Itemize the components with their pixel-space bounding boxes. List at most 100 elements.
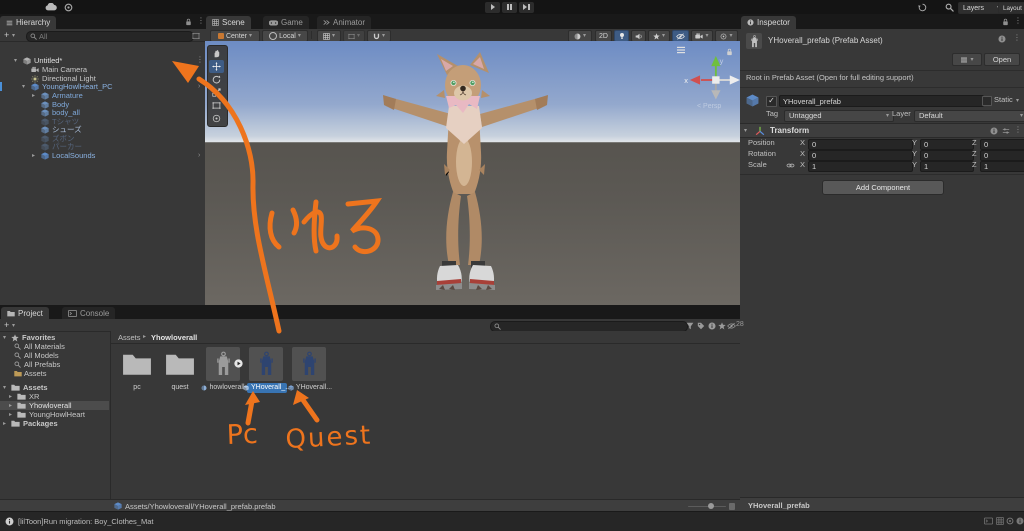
caret-expanded-icon[interactable]: ▾ <box>22 84 25 90</box>
tab-animator[interactable]: Animator <box>317 16 372 29</box>
tab-inspector[interactable]: Inspector <box>741 16 796 29</box>
scale-y-field[interactable]: 1 <box>920 160 974 172</box>
avatar-model[interactable] <box>383 52 548 292</box>
status-message[interactable]: [lilToon]Run migration: Boy_Clothes_Mat <box>18 517 153 526</box>
prefab-item-thumb[interactable] <box>292 347 326 381</box>
create-dropdown-icon[interactable]: ▾ <box>12 33 15 39</box>
hierarchy-search-input[interactable] <box>39 31 190 41</box>
hierarchy-row-scene[interactable]: ▾ Untitled* ⋮ <box>0 56 204 66</box>
project-search-input[interactable] <box>503 321 684 331</box>
project-search-field[interactable] <box>490 320 688 332</box>
zoom-slider-max-icon[interactable] <box>729 502 735 510</box>
static-checkbox[interactable] <box>982 96 992 106</box>
caret-expanded-icon[interactable]: ▾ <box>3 385 6 391</box>
position-z-field[interactable]: 0 <box>980 138 1024 150</box>
transform-header[interactable]: ▾ Transform ⋮ <box>740 123 1024 138</box>
folder-row-selected[interactable]: ▸ Yhowloverall <box>0 401 109 410</box>
hand-tool[interactable] <box>209 47 224 60</box>
lock-icon[interactable] <box>185 18 192 26</box>
open-prefab-button[interactable]: Open <box>984 53 1020 66</box>
caret-collapsed-icon[interactable]: ▸ <box>9 403 12 409</box>
scale-x-field[interactable]: 1 <box>808 160 913 172</box>
caret-collapsed-icon[interactable]: ▸ <box>32 153 35 159</box>
create-dropdown-icon[interactable]: ▾ <box>12 323 15 329</box>
tag-dropdown[interactable]: Untagged ▾ <box>784 109 894 122</box>
zoom-slider-track[interactable] <box>688 505 726 507</box>
overlay-menu-icon[interactable] <box>676 46 686 54</box>
hierarchy-row[interactable]: body_all <box>0 108 204 117</box>
rotation-z-field[interactable]: 0 <box>980 149 1024 161</box>
create-button[interactable]: + <box>4 320 9 331</box>
rotation-y-field[interactable]: 0 <box>920 149 974 161</box>
panel-menu-icon[interactable]: ⋮ <box>1014 17 1022 25</box>
hierarchy-search-field[interactable] <box>26 30 194 42</box>
packages-root-row[interactable]: ▸ Packages <box>0 419 109 428</box>
layer-dropdown[interactable]: Default ▾ <box>914 109 1024 122</box>
scale-z-field[interactable]: 1 <box>980 160 1024 172</box>
tab-scene[interactable]: Scene <box>206 16 251 29</box>
gear-icon[interactable] <box>64 3 73 12</box>
prefab-open-arrow[interactable]: › <box>198 151 200 160</box>
status-corner-icon-4[interactable] <box>1016 517 1024 525</box>
status-corner-icon-1[interactable] <box>984 517 993 525</box>
favorite-row[interactable]: All Materials <box>0 342 109 351</box>
prefab-cube-icon[interactable] <box>746 94 759 107</box>
inspector-preview-header[interactable]: YHoverall_prefab <box>740 497 1024 512</box>
hierarchy-row[interactable]: シューズ <box>0 125 204 134</box>
scale-tool[interactable] <box>209 86 224 99</box>
rotation-x-field[interactable]: 0 <box>808 149 913 161</box>
add-component-button[interactable]: Add Component <box>822 180 944 195</box>
favorites-header-row[interactable]: ▾ Favorites <box>0 333 109 342</box>
static-dropdown-icon[interactable]: ▾ <box>1016 98 1019 104</box>
projection-label[interactable]: < Persp <box>697 103 721 110</box>
header-menu-icon[interactable]: ⋮ <box>1013 34 1021 42</box>
help-icon[interactable] <box>998 35 1006 43</box>
prefab-open-arrow[interactable]: › <box>198 82 200 91</box>
scene-viewport[interactable]: x y < Persp <box>205 41 740 305</box>
caret-expanded-icon[interactable]: ▾ <box>14 58 17 64</box>
create-button[interactable]: + <box>4 30 9 41</box>
save-search-icon[interactable] <box>718 322 726 330</box>
hierarchy-row-prefab-root[interactable]: ▾ YoungHowlHeart_PC › <box>0 82 204 91</box>
folder-row[interactable]: ▸ XR <box>0 392 109 401</box>
favorite-row[interactable]: All Prefabs <box>0 360 109 369</box>
item-label[interactable]: YHoverall... <box>290 383 332 393</box>
pause-button[interactable] <box>502 1 517 13</box>
search-by-label-icon[interactable] <box>697 322 705 330</box>
hierarchy-row[interactable]: Main Camera <box>0 65 204 74</box>
favorite-row[interactable]: Assets <box>0 369 109 378</box>
caret-collapsed-icon[interactable]: ▸ <box>9 394 12 400</box>
hierarchy-row-prefab[interactable]: ▸ LocalSounds › <box>0 151 204 160</box>
assets-root-row[interactable]: ▾ Assets <box>0 383 109 392</box>
project-content-grid[interactable]: pc quest howloverall YHoverall_... YHove… <box>111 343 740 499</box>
position-y-field[interactable]: 0 <box>920 138 974 150</box>
prefab-overrides-dropdown[interactable]: ▾ <box>952 53 982 66</box>
prefab-item-thumb-selected[interactable] <box>249 347 283 381</box>
step-button[interactable] <box>519 1 534 13</box>
panel-menu-icon[interactable]: ⋮ <box>197 17 205 25</box>
hierarchy-row[interactable]: ▸ Armature <box>0 91 204 100</box>
hidden-count-icon[interactable] <box>727 322 736 330</box>
item-label[interactable]: quest <box>163 383 197 393</box>
item-label[interactable]: howloverall <box>200 383 246 393</box>
item-label[interactable]: pc <box>120 383 154 393</box>
caret-collapsed-icon[interactable]: ▸ <box>3 421 6 427</box>
info-icon[interactable] <box>708 322 716 330</box>
orientation-gizmo[interactable]: x y <box>684 54 740 106</box>
breadcrumb-current[interactable]: Yhowloverall <box>151 333 197 342</box>
caret-expanded-icon[interactable]: ▾ <box>3 335 6 341</box>
search-icon[interactable] <box>945 3 954 12</box>
play-button[interactable] <box>485 1 500 13</box>
caret-collapsed-icon[interactable]: ▸ <box>9 412 12 418</box>
zoom-slider-handle[interactable] <box>708 503 714 509</box>
position-x-field[interactable]: 0 <box>808 138 913 150</box>
favorite-row[interactable]: All Models <box>0 351 109 360</box>
search-by-type-icon[interactable] <box>686 322 694 330</box>
rect-tool[interactable] <box>209 99 224 112</box>
tab-hierarchy[interactable]: Hierarchy <box>0 16 57 29</box>
breadcrumb-root[interactable]: Assets <box>118 333 141 342</box>
console-message-icon[interactable] <box>5 517 14 526</box>
layout-dropdown[interactable]: Layout▾ <box>998 2 1024 14</box>
search-options-icon[interactable] <box>192 32 200 40</box>
model-item-thumb[interactable] <box>206 347 240 381</box>
